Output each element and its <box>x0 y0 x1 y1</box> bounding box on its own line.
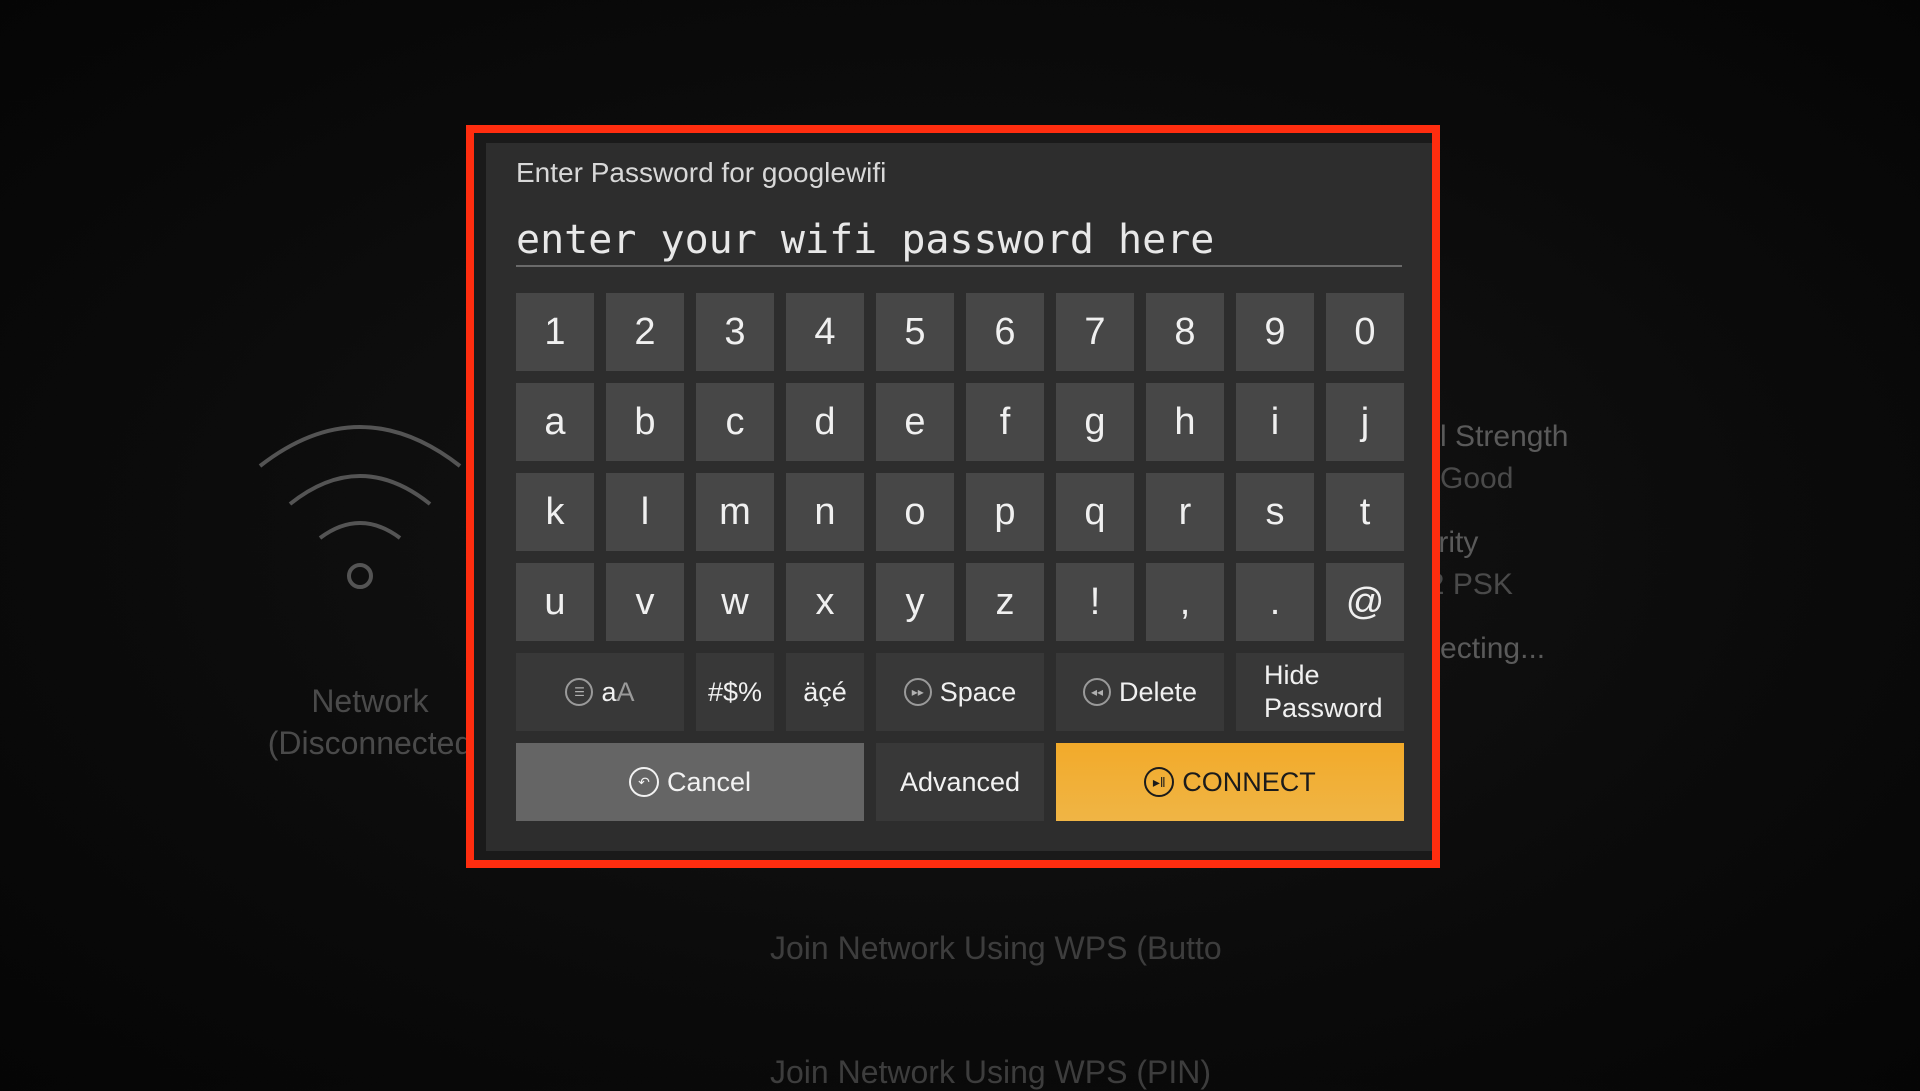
hide-password-line1: Hide <box>1264 660 1320 690</box>
wps-pin-option[interactable]: Join Network Using WPS (PIN) <box>770 1054 1211 1091</box>
key[interactable]: o <box>876 473 954 551</box>
key[interactable]: d <box>786 383 864 461</box>
key[interactable]: y <box>876 563 954 641</box>
key[interactable]: 7 <box>1056 293 1134 371</box>
key[interactable]: k <box>516 473 594 551</box>
connect-label: CONNECT <box>1182 766 1316 797</box>
space-key[interactable]: ▸▸ Space <box>876 653 1044 731</box>
key[interactable]: a <box>516 383 594 461</box>
key[interactable]: ! <box>1056 563 1134 641</box>
key[interactable]: x <box>786 563 864 641</box>
cancel-button[interactable]: ↶ Cancel <box>516 743 864 821</box>
key[interactable]: 3 <box>696 293 774 371</box>
back-icon: ↶ <box>628 767 659 797</box>
key[interactable]: u <box>516 563 594 641</box>
dialog-title: Enter Password for googlewifi <box>516 157 887 188</box>
symbols-key[interactable]: #$% <box>696 653 774 731</box>
delete-key[interactable]: ◂◂ Delete <box>1056 653 1224 731</box>
key[interactable]: 6 <box>966 293 1044 371</box>
key[interactable]: 9 <box>1236 293 1314 371</box>
key[interactable]: 2 <box>606 293 684 371</box>
case-toggle-key[interactable]: ☰ aA <box>516 653 684 731</box>
play-pause-icon: ▸‖ <box>1144 767 1175 797</box>
key[interactable]: m <box>696 473 774 551</box>
key[interactable]: j <box>1326 383 1404 461</box>
key[interactable]: c <box>696 383 774 461</box>
password-input[interactable]: enter your wifi password here <box>516 215 1402 267</box>
delete-label: Delete <box>1118 676 1198 707</box>
key[interactable]: p <box>966 473 1044 551</box>
menu-icon: ☰ <box>565 678 594 706</box>
hide-password-line2: Password <box>1264 693 1383 723</box>
key[interactable]: l <box>606 473 684 551</box>
key[interactable]: f <box>966 383 1044 461</box>
key[interactable]: i <box>1236 383 1314 461</box>
key[interactable]: 0 <box>1326 293 1404 371</box>
key[interactable]: , <box>1146 563 1224 641</box>
key[interactable]: z <box>966 563 1044 641</box>
fast-forward-icon: ▸▸ <box>903 678 932 706</box>
key[interactable]: s <box>1236 473 1314 551</box>
password-dialog: Enter Password for googlewifi enter your… <box>486 143 1432 851</box>
space-label: Space <box>939 676 1017 707</box>
key[interactable]: q <box>1056 473 1134 551</box>
case-lower-label: a <box>601 676 617 707</box>
key[interactable]: h <box>1146 383 1224 461</box>
cancel-label: Cancel <box>666 766 752 797</box>
case-upper-label: A <box>616 676 635 707</box>
hide-password-key[interactable]: Hide Password <box>1236 653 1404 731</box>
key[interactable]: 4 <box>786 293 864 371</box>
connect-button[interactable]: ▸‖ CONNECT <box>1056 743 1404 821</box>
advanced-button[interactable]: Advanced <box>876 743 1044 821</box>
key[interactable]: 8 <box>1146 293 1224 371</box>
key[interactable]: n <box>786 473 864 551</box>
key[interactable]: v <box>606 563 684 641</box>
key[interactable]: . <box>1236 563 1314 641</box>
key[interactable]: w <box>696 563 774 641</box>
key[interactable]: t <box>1326 473 1404 551</box>
key[interactable]: 1 <box>516 293 594 371</box>
rewind-icon: ◂◂ <box>1082 678 1111 706</box>
key[interactable]: e <box>876 383 954 461</box>
wifi-icon <box>258 425 462 589</box>
accents-key[interactable]: äçé <box>786 653 864 731</box>
key[interactable]: r <box>1146 473 1224 551</box>
key[interactable]: 5 <box>876 293 954 371</box>
key[interactable]: @ <box>1326 563 1404 641</box>
key[interactable]: b <box>606 383 684 461</box>
key[interactable]: g <box>1056 383 1134 461</box>
wps-button-option[interactable]: Join Network Using WPS (Butto <box>770 930 1222 967</box>
